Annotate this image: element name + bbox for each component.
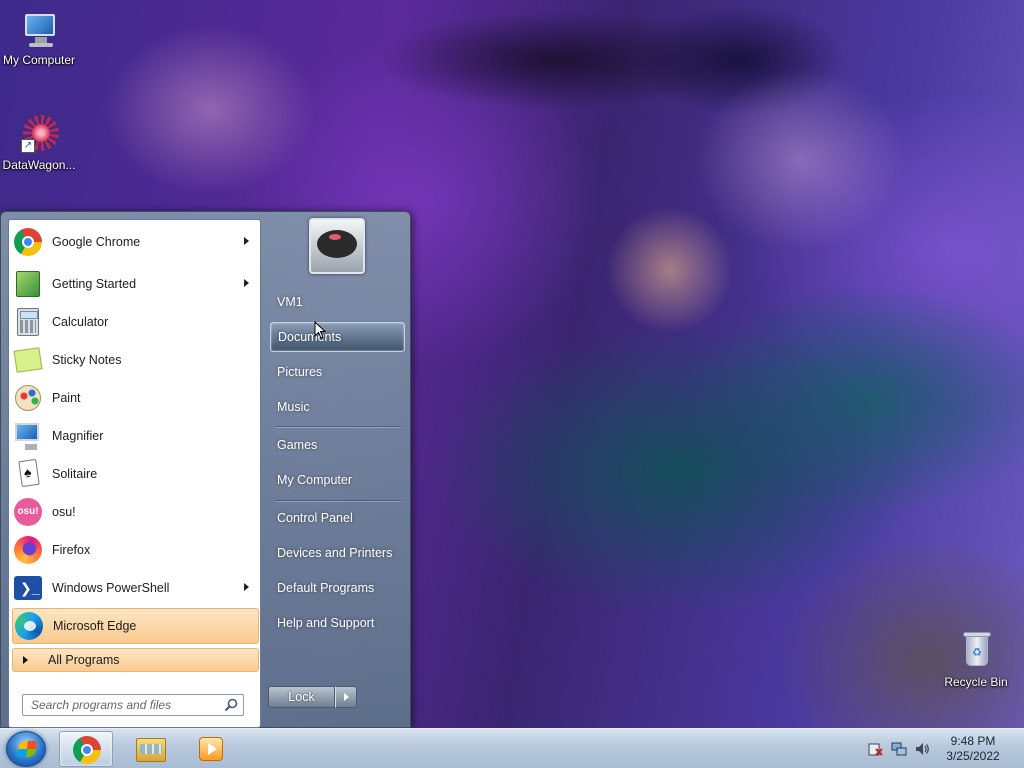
- taskbar-clock[interactable]: 9:48 PM 3/25/2022: [930, 734, 1016, 764]
- program-label: Microsoft Edge: [53, 619, 137, 633]
- action-center-icon[interactable]: [867, 741, 883, 757]
- program-label: Windows PowerShell: [52, 581, 170, 595]
- program-magnifier[interactable]: Magnifier: [12, 418, 259, 454]
- start-menu: Google Chrome Getting Started Calculator…: [0, 211, 411, 728]
- program-getting-started[interactable]: Getting Started: [12, 266, 259, 302]
- datawagon-icon: ↗: [19, 115, 59, 155]
- program-label: Magnifier: [52, 429, 104, 443]
- paint-icon: [12, 382, 44, 414]
- recycle-bin-icon: ♻: [956, 632, 996, 672]
- program-windows-powershell[interactable]: ❯_ Windows PowerShell: [12, 570, 259, 606]
- volume-icon[interactable]: [914, 741, 930, 757]
- firefox-icon: [12, 534, 44, 566]
- start-menu-item-devices-and-printers[interactable]: Devices and Printers: [270, 538, 405, 568]
- program-firefox[interactable]: Firefox: [12, 532, 259, 568]
- clock-date: 3/25/2022: [946, 749, 1000, 763]
- magnifier-icon: [12, 420, 44, 452]
- my-computer-icon: [19, 10, 59, 50]
- right-item-label: My Computer: [277, 473, 353, 487]
- right-item-label: VM1: [277, 295, 303, 309]
- chrome-icon: [73, 736, 101, 764]
- edge-icon: [13, 610, 45, 642]
- right-item-label: Games: [277, 438, 318, 452]
- desktop-icon-label: Recycle Bin: [944, 675, 1008, 689]
- search-icon[interactable]: [224, 698, 238, 712]
- getting-started-icon: [12, 268, 44, 300]
- menu-separator: [275, 500, 401, 501]
- right-item-label: Music: [277, 400, 310, 414]
- start-menu-item-documents[interactable]: Documents: [270, 322, 405, 352]
- program-label: Getting Started: [52, 277, 137, 291]
- solitaire-icon: [12, 458, 44, 490]
- desktop-icon-datawagon[interactable]: ↗ DataWagon...: [0, 115, 78, 172]
- menu-separator: [275, 426, 401, 427]
- start-menu-programs-pane: Google Chrome Getting Started Calculator…: [8, 219, 261, 728]
- desktop-icon-label: My Computer: [2, 53, 76, 67]
- program-label: Sticky Notes: [52, 353, 122, 367]
- start-menu-item-music[interactable]: Music: [270, 392, 405, 422]
- desktop-icon-my-computer[interactable]: My Computer: [0, 10, 78, 67]
- right-item-label: Documents: [278, 330, 342, 344]
- right-item-label: Default Programs: [277, 581, 375, 595]
- right-item-label: Help and Support: [277, 616, 375, 630]
- shortcut-arrow-icon: ↗: [21, 139, 35, 153]
- calculator-icon: [12, 306, 44, 338]
- submenu-arrow-icon[interactable]: [244, 279, 249, 287]
- start-menu-item-my-computer[interactable]: My Computer: [270, 465, 405, 495]
- user-avatar[interactable]: [309, 218, 365, 274]
- program-sticky-notes[interactable]: Sticky Notes: [12, 342, 259, 378]
- right-item-label: Devices and Printers: [277, 546, 393, 560]
- shutdown-options-arrow-icon[interactable]: [335, 686, 357, 708]
- program-label: Firefox: [52, 543, 91, 557]
- taskbar-explorer-button[interactable]: [124, 731, 178, 767]
- start-button[interactable]: [6, 731, 46, 767]
- start-menu-item-pictures[interactable]: Pictures: [270, 357, 405, 387]
- search-input[interactable]: [23, 695, 219, 715]
- program-label: osu!: [52, 505, 76, 519]
- expand-arrow-icon: [23, 656, 28, 664]
- right-item-label: Control Panel: [277, 511, 353, 525]
- start-menu-item-vm1[interactable]: VM1: [270, 287, 405, 317]
- clock-time: 9:48 PM: [950, 734, 996, 748]
- program-calculator[interactable]: Calculator: [12, 304, 259, 340]
- lock-button[interactable]: Lock: [268, 686, 335, 708]
- program-paint[interactable]: Paint: [12, 380, 259, 416]
- submenu-arrow-icon[interactable]: [244, 583, 249, 591]
- taskbar: 9:48 PM 3/25/2022: [0, 728, 1024, 768]
- start-menu-item-help-and-support[interactable]: Help and Support: [270, 608, 405, 638]
- right-item-label: Pictures: [277, 365, 323, 379]
- osu-icon: osu!: [12, 496, 44, 528]
- chrome-icon: [12, 226, 44, 258]
- powershell-icon: ❯_: [12, 572, 44, 604]
- taskbar-media-player-button[interactable]: [184, 731, 238, 767]
- program-solitaire[interactable]: Solitaire: [12, 456, 259, 492]
- desktop-icon-recycle-bin[interactable]: ♻ Recycle Bin: [937, 632, 1015, 689]
- program-osu[interactable]: osu! osu!: [12, 494, 259, 530]
- desktop-icon-label: DataWagon...: [2, 158, 76, 172]
- program-label: Calculator: [52, 315, 109, 329]
- network-icon[interactable]: [891, 741, 907, 757]
- program-label: Google Chrome: [52, 235, 141, 249]
- folder-icon: [136, 738, 166, 762]
- search-box[interactable]: [22, 694, 244, 716]
- start-menu-item-games[interactable]: Games: [270, 430, 405, 460]
- all-programs-button[interactable]: All Programs: [12, 648, 259, 672]
- program-google-chrome[interactable]: Google Chrome: [12, 224, 259, 260]
- program-label: Solitaire: [52, 467, 98, 481]
- all-programs-label: All Programs: [48, 653, 120, 667]
- submenu-arrow-icon[interactable]: [244, 237, 249, 245]
- program-label: Paint: [52, 391, 81, 405]
- sticky-notes-icon: [12, 344, 44, 376]
- windows-orb-icon: [17, 741, 37, 757]
- start-menu-item-control-panel[interactable]: Control Panel: [270, 503, 405, 533]
- taskbar-chrome-button[interactable]: [59, 731, 113, 767]
- media-player-icon: [199, 737, 223, 761]
- start-menu-item-default-programs[interactable]: Default Programs: [270, 573, 405, 603]
- program-microsoft-edge[interactable]: Microsoft Edge: [12, 608, 259, 644]
